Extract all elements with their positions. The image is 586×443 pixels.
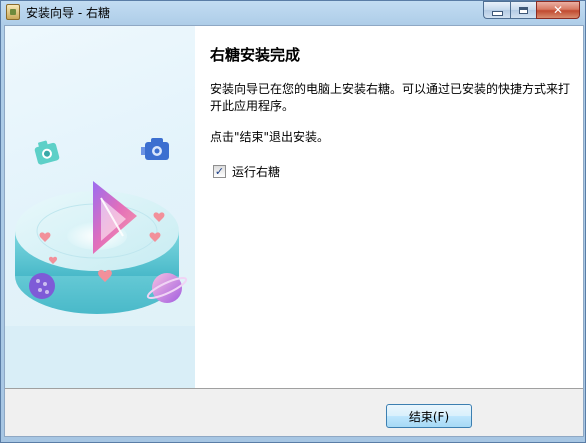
installer-app-icon bbox=[6, 4, 20, 20]
close-icon: ✕ bbox=[552, 3, 564, 17]
close-button[interactable]: ✕ bbox=[536, 1, 580, 19]
footer-divider bbox=[5, 388, 583, 389]
checkmark-icon: ✓ bbox=[214, 165, 225, 178]
maximize-button[interactable] bbox=[510, 1, 536, 19]
side-illustration-panel bbox=[5, 26, 195, 388]
finish-hint: 点击"结束"退出安装。 bbox=[210, 130, 330, 144]
video-camera-icon bbox=[141, 138, 169, 160]
window-title: 安装向导 - 右糖 bbox=[26, 6, 110, 20]
content-panel: 右糖安装完成 安装向导已在您的电脑上安装右糖。可以通过已安装的快捷方式来打开此应… bbox=[195, 26, 583, 388]
page-title: 右糖安装完成 bbox=[210, 46, 301, 64]
minimize-button[interactable] bbox=[483, 1, 510, 19]
minimize-icon bbox=[491, 10, 503, 16]
title-bar[interactable]: 安装向导 - 右糖 ✕ bbox=[1, 1, 585, 23]
run-app-label: 运行右糖 bbox=[232, 165, 281, 179]
run-app-checkbox[interactable]: ✓ bbox=[213, 165, 226, 178]
run-app-option[interactable]: ✓ 运行右糖 bbox=[213, 163, 280, 180]
planet-icon bbox=[29, 273, 55, 299]
camera-icon bbox=[34, 140, 60, 165]
completion-message: 安装向导已在您的电脑上安装右糖。可以通过已安装的快捷方式来打开此应用程序。 bbox=[210, 82, 571, 113]
installer-window: 安装向导 - 右糖 ✕ 右糖安装完成 安装向导已在您的电脑上安装右糖。可以通过已… bbox=[0, 0, 586, 443]
finish-button[interactable]: 结束(F) bbox=[386, 404, 472, 428]
maximize-icon bbox=[519, 6, 528, 14]
window-controls: ✕ bbox=[483, 1, 580, 20]
cube-platform-illustration bbox=[5, 138, 195, 388]
wizard-client-area: 右糖安装完成 安装向导已在您的电脑上安装右糖。可以通过已安装的快捷方式来打开此应… bbox=[4, 25, 584, 437]
